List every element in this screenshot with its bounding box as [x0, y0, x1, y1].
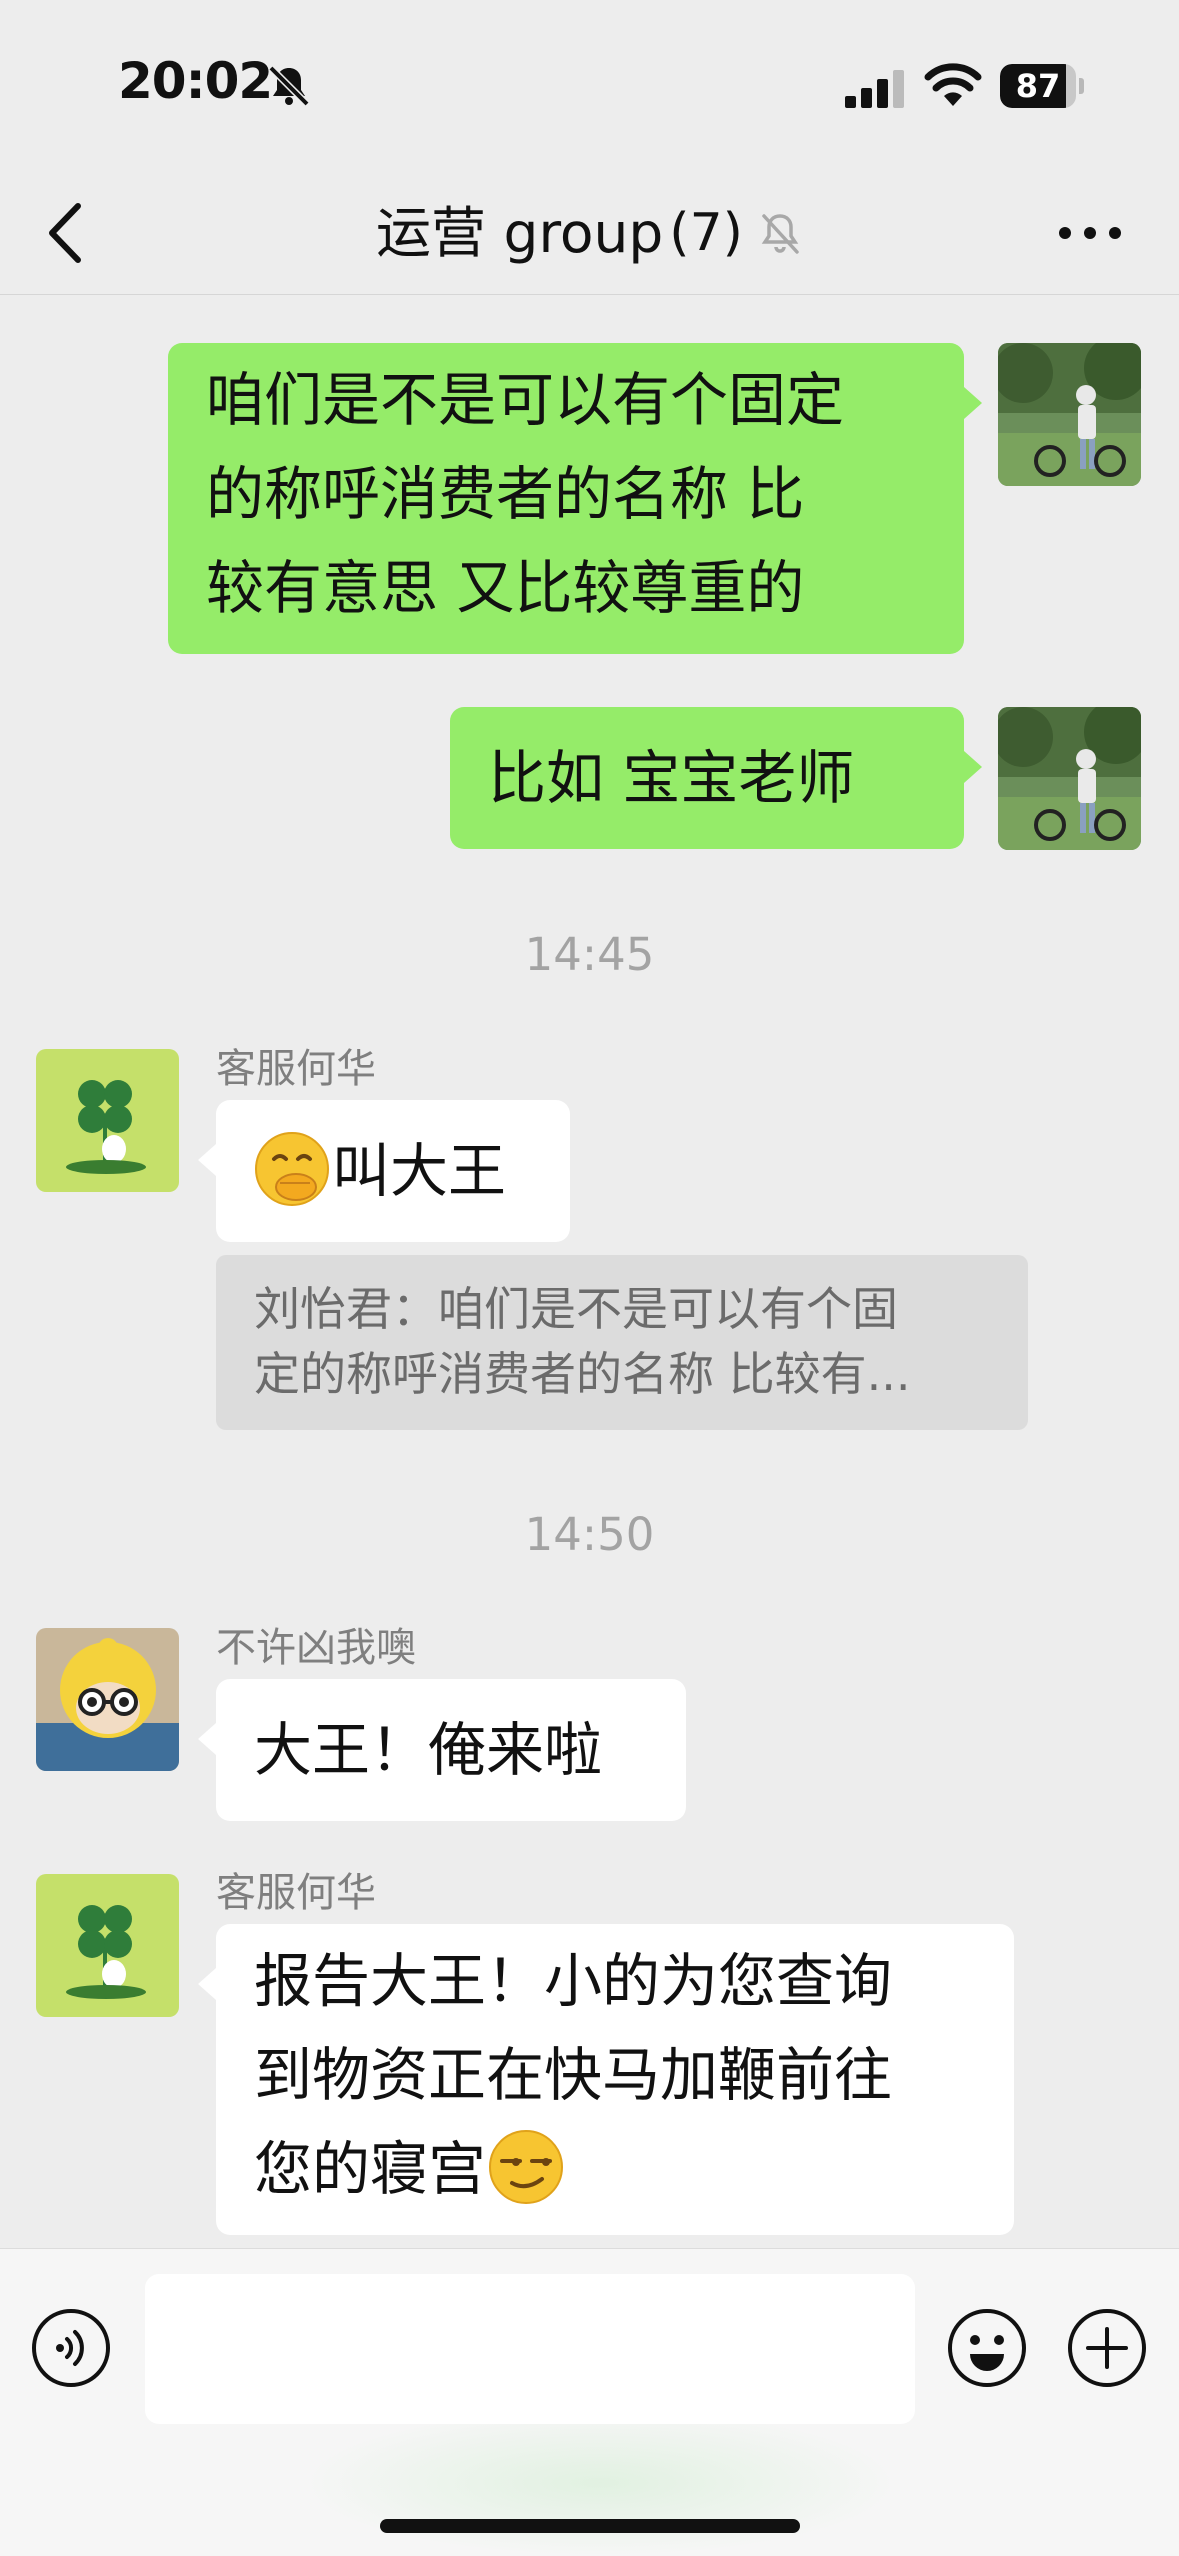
avatar[interactable] [36, 1049, 179, 1192]
message-text-line: 报告大王！小的为您查询 [254, 1947, 893, 2015]
sender-name: 客服何华 [216, 1870, 376, 1916]
bubble-tail [198, 1968, 216, 2000]
quote-text-line: 定的称呼消费者的名称 比较有... [254, 1347, 911, 1401]
bell-slash-icon [761, 213, 799, 254]
message-text: 大王！俺来啦 [254, 1716, 603, 1784]
status-bar: 20:02 87 [0, 0, 1179, 170]
bubble-tail [964, 751, 982, 783]
avatar[interactable] [36, 1874, 179, 2017]
sender-name: 客服何华 [216, 1046, 376, 1092]
message-text-line: 的称呼消费者的名称 比 [206, 460, 805, 528]
voice-icon[interactable] [30, 2307, 112, 2389]
plus-circle-icon[interactable] [1066, 2307, 1148, 2389]
avatar[interactable] [998, 343, 1141, 486]
smiley-icon[interactable] [946, 2307, 1028, 2389]
message-text-line: 到物资正在快马加鞭前往 [254, 2041, 893, 2109]
message-text: 比如 宝宝老师 [488, 744, 855, 812]
bubble-tail [964, 387, 982, 419]
message-bubble-outgoing[interactable]: 咱们是不是可以有个固定 的称呼消费者的名称 比 较有意思 又比较尊重的 [168, 343, 964, 654]
message-bubble-outgoing[interactable]: 比如 宝宝老师 [450, 707, 964, 849]
battery-indicator: 87 [1000, 64, 1084, 108]
message-bubble-incoming[interactable]: 报告大王！小的为您查询 到物资正在快马加鞭前往 您的寝宫 [216, 1924, 1014, 2235]
avatar[interactable] [998, 707, 1141, 850]
message-bubble-incoming[interactable]: 叫大王 [216, 1100, 570, 1242]
message-bubble-incoming[interactable]: 大王！俺来啦 [216, 1679, 686, 1821]
wifi-icon [924, 63, 982, 106]
smirking-face-icon [489, 2129, 564, 2204]
message-timestamp: 14:45 [524, 928, 655, 981]
chat-header: 运营 group (7) [0, 170, 1179, 295]
message-text-line: 咱们是不是可以有个固定 [206, 366, 845, 434]
group-name: 运营 group [376, 201, 664, 265]
battery-level: 87 [1015, 67, 1061, 105]
status-time: 20:02 [118, 52, 273, 110]
message-timestamp: 14:50 [524, 1508, 655, 1561]
member-count: (7) [669, 203, 743, 263]
message-text-line: 较有意思 又比较尊重的 [206, 554, 805, 622]
message-text-line: 您的寝宫 [254, 2135, 487, 2203]
quote-text-line: 刘怡君：咱们是不是可以有个固 [254, 1282, 898, 1336]
ellipsis-icon[interactable] [1055, 218, 1125, 248]
bubble-tail [198, 1144, 216, 1176]
sender-name: 不许凶我噢 [216, 1625, 416, 1671]
bell-slash-icon [268, 65, 310, 107]
signal-icon [845, 70, 904, 108]
input-bar [0, 2248, 1179, 2556]
quoted-message[interactable]: 刘怡君：咱们是不是可以有个固 定的称呼消费者的名称 比较有... [216, 1255, 1028, 1430]
bubble-tail [198, 1723, 216, 1755]
message-text: 叫大王 [332, 1137, 507, 1205]
message-input[interactable] [145, 2274, 915, 2424]
chat-title[interactable]: 运营 group (7) [0, 170, 1179, 295]
avatar[interactable] [36, 1628, 179, 1771]
face-hand-over-mouth-icon [255, 1131, 329, 1206]
home-indicator[interactable] [380, 2519, 800, 2533]
